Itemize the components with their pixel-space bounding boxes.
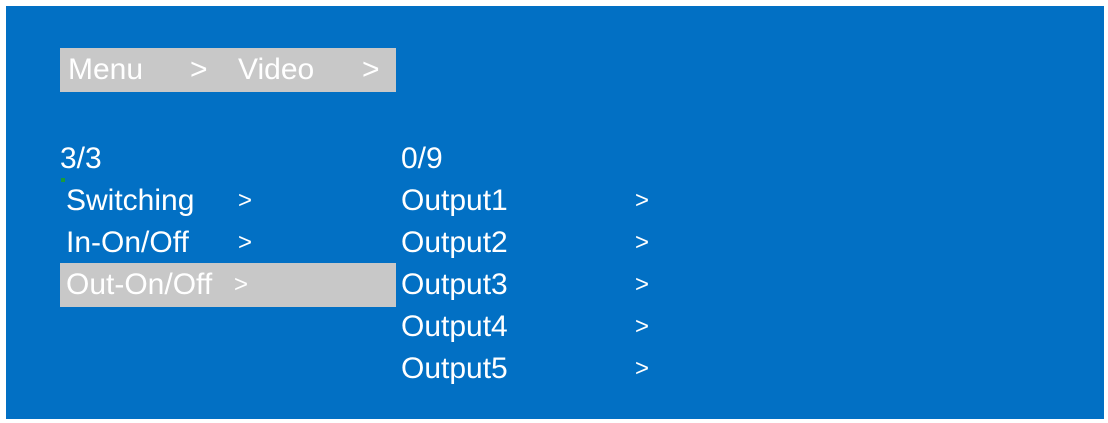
chevron-right-icon: > [238,229,253,256]
output-item-3[interactable]: Output3 > [401,265,671,307]
chevron-right-icon: > [635,355,650,382]
breadcrumb: Menu > Video > [60,48,396,92]
menu-item-label: Switching [66,184,195,217]
chevron-right-icon: > [635,313,650,340]
menu-item-out-on-off[interactable]: Out-On/Off > [60,263,396,307]
output-item-1[interactable]: Output1 > [401,181,671,223]
output-item-2[interactable]: Output2 > [401,223,671,265]
osd-screen: Menu > Video > 3/3 Switching > In-On/Off… [6,6,1104,419]
breadcrumb-video[interactable]: Video [238,50,314,90]
output-item-label: Output2 [401,226,508,259]
menu-item-label: Out-On/Off [66,268,213,301]
output-item-label: Output5 [401,352,508,385]
breadcrumb-menu[interactable]: Menu [68,50,143,90]
breadcrumb-separator: > [190,53,208,86]
output-item-label: Output1 [401,184,508,217]
chevron-right-icon: > [635,229,650,256]
output-item-5[interactable]: Output5 > [401,349,671,391]
chevron-right-icon: > [635,271,650,298]
left-page-counter: 3/3 [60,142,102,175]
menu-item-in-on-off[interactable]: In-On/Off > [66,223,396,265]
output-item-label: Output4 [401,310,508,343]
chevron-right-icon: > [234,271,249,298]
chevron-right-icon: > [635,187,650,214]
menu-item-label: In-On/Off [66,226,189,259]
output-item-label: Output3 [401,268,508,301]
breadcrumb-separator: > [362,53,380,86]
menu-item-switching[interactable]: Switching > [66,181,396,223]
cursor-marker [61,178,65,182]
chevron-right-icon: > [238,187,253,214]
output-item-4[interactable]: Output4 > [401,307,671,349]
right-page-counter: 0/9 [401,142,443,175]
